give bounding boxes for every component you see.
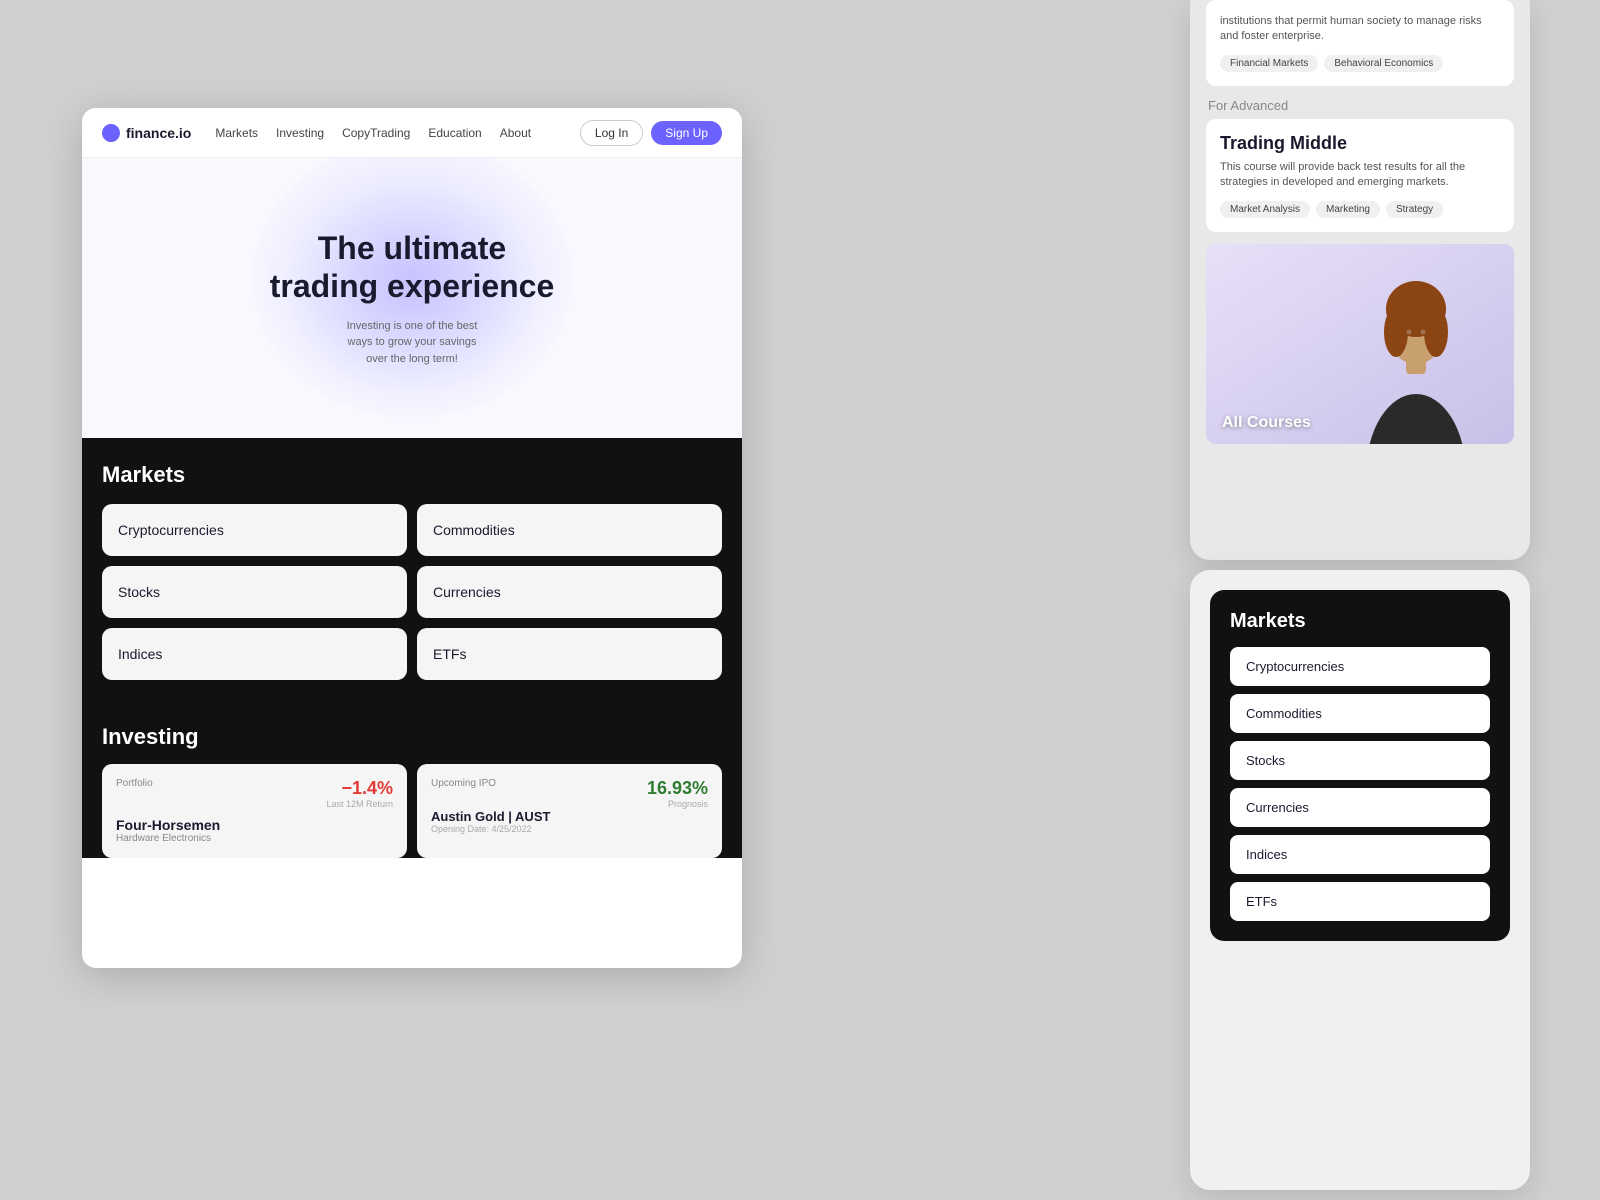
ipo-card[interactable]: Upcoming IPO 16.93% Prognosis Austin Gol…	[417, 764, 722, 858]
dark-market-stocks[interactable]: Stocks	[1230, 741, 1490, 780]
portfolio-name: Four-Horsemen	[116, 817, 393, 833]
hero-sub1: Investing is one of the best	[347, 320, 478, 332]
courses-panel: institutions that permit human society t…	[1190, 0, 1530, 560]
hero-sub2: ways to grow your savings	[348, 336, 477, 348]
logo-icon	[102, 124, 120, 142]
nav-markets[interactable]: Markets	[215, 126, 258, 140]
navbar: finance.io Markets Investing CopyTrading…	[82, 108, 742, 158]
hero-sub3: over the long term!	[366, 353, 458, 365]
ipo-date: Opening Date: 4/25/2022	[431, 824, 708, 834]
dark-market-etfs[interactable]: ETFs	[1230, 882, 1490, 921]
hero-section: The ultimate trading experience Investin…	[82, 158, 742, 438]
hero-line2: trading experience	[270, 268, 555, 304]
for-advanced-label: For Advanced	[1206, 98, 1514, 113]
markets-dark-title: Markets	[1230, 610, 1490, 633]
nav-links: Markets Investing CopyTrading Education …	[215, 126, 556, 140]
portfolio-return: −1.4%	[326, 778, 393, 799]
dark-market-indices[interactable]: Indices	[1230, 835, 1490, 874]
nav-investing[interactable]: Investing	[276, 126, 324, 140]
ipo-label: Upcoming IPO	[431, 778, 496, 789]
nav-actions: Log In Sign Up	[580, 120, 722, 146]
markets-section: Markets Cryptocurrencies Commodities Sto…	[82, 438, 742, 704]
market-card-etfs[interactable]: ETFs	[417, 628, 722, 680]
ipo-prognosis-value: 16.93%	[647, 778, 708, 799]
nav-copytrading[interactable]: CopyTrading	[342, 126, 410, 140]
login-button[interactable]: Log In	[580, 120, 643, 146]
market-card-crypto[interactable]: Cryptocurrencies	[102, 504, 407, 556]
markets-panel: Markets Cryptocurrencies Commodities Sto…	[1190, 570, 1530, 1190]
course-tag-financial[interactable]: Financial Markets	[1220, 55, 1318, 72]
course-desc: This course will provide back test resul…	[1220, 160, 1500, 191]
dark-market-currencies[interactable]: Currencies	[1230, 788, 1490, 827]
ipo-prognosis-label: Prognosis	[647, 799, 708, 809]
market-grid: Cryptocurrencies Commodities Stocks Curr…	[102, 504, 722, 680]
markets-dark-card: Markets Cryptocurrencies Commodities Sto…	[1210, 590, 1510, 941]
ipo-name: Austin Gold | AUST	[431, 809, 708, 824]
dark-market-crypto[interactable]: Cryptocurrencies	[1230, 647, 1490, 686]
market-card-currencies[interactable]: Currencies	[417, 566, 722, 618]
signup-button[interactable]: Sign Up	[651, 121, 722, 145]
investing-grid: Portfolio −1.4% Last 12M Return Four-Hor…	[102, 764, 722, 858]
portfolio-label: Portfolio	[116, 778, 153, 789]
course-intro-text: institutions that permit human society t…	[1220, 14, 1500, 45]
portfolio-subname: Hardware Electronics	[116, 833, 393, 844]
nav-education[interactable]: Education	[428, 126, 481, 140]
all-courses-card[interactable]: All Courses	[1206, 244, 1514, 444]
market-card-indices[interactable]: Indices	[102, 628, 407, 680]
tag-market-analysis[interactable]: Market Analysis	[1220, 201, 1310, 218]
investing-title: Investing	[102, 724, 722, 750]
course-title: Trading Middle	[1220, 133, 1500, 154]
course-tag-behavioral[interactable]: Behavioral Economics	[1324, 55, 1443, 72]
logo-text: finance.io	[126, 125, 191, 141]
course-intro-tags: Financial Markets Behavioral Economics	[1220, 55, 1500, 72]
tag-marketing[interactable]: Marketing	[1316, 201, 1380, 218]
course-tags: Market Analysis Marketing Strategy	[1220, 201, 1500, 218]
all-courses-label: All Courses	[1222, 414, 1311, 432]
portfolio-return-label: Last 12M Return	[326, 799, 393, 809]
market-card-stocks[interactable]: Stocks	[102, 566, 407, 618]
trading-middle-card: Trading Middle This course will provide …	[1206, 119, 1514, 232]
market-card-commodities[interactable]: Commodities	[417, 504, 722, 556]
tag-strategy[interactable]: Strategy	[1386, 201, 1443, 218]
main-browser-window: finance.io Markets Investing CopyTrading…	[82, 108, 742, 968]
investing-section: Investing Portfolio −1.4% Last 12M Retur…	[82, 704, 742, 858]
nav-about[interactable]: About	[500, 126, 531, 140]
hero-subtitle: Investing is one of the best ways to gro…	[347, 318, 478, 368]
hero-line1: The ultimate	[318, 230, 506, 266]
logo[interactable]: finance.io	[102, 124, 191, 142]
hero-title: The ultimate trading experience	[270, 229, 555, 306]
dark-market-commodities[interactable]: Commodities	[1230, 694, 1490, 733]
portfolio-card[interactable]: Portfolio −1.4% Last 12M Return Four-Hor…	[102, 764, 407, 858]
markets-title: Markets	[102, 462, 722, 488]
course-intro-card: institutions that permit human society t…	[1206, 0, 1514, 86]
